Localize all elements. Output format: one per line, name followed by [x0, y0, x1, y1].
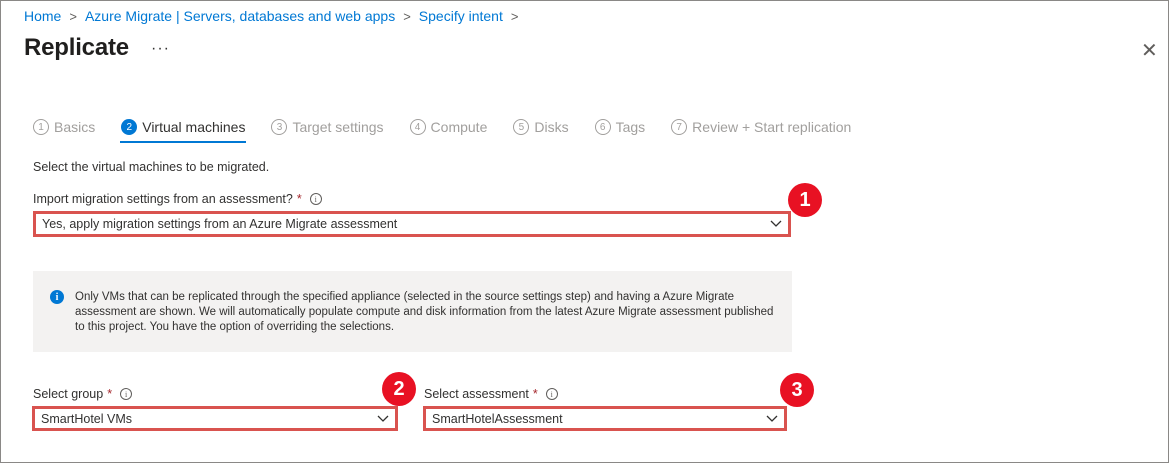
info-icon: i [50, 290, 64, 304]
required-marker: * [532, 387, 538, 401]
callout-badge-2: 2 [382, 372, 416, 406]
page-title: Replicate [24, 34, 129, 61]
select-assessment-label: Select assessment * i [424, 387, 558, 401]
step-number: 4 [409, 119, 426, 135]
info-icon[interactable]: i [309, 193, 322, 205]
callout-badge-1: 1 [788, 183, 822, 217]
chevron-down-icon [766, 415, 778, 422]
step-label: Basics [54, 119, 96, 135]
breadcrumb-separator: > [69, 8, 77, 24]
breadcrumb-separator: > [510, 8, 519, 24]
select-group-label: Select group * i [33, 387, 133, 401]
tab-tags[interactable]: 6 Tags [594, 119, 646, 135]
tab-virtual-machines[interactable]: 2 Virtual machines [120, 119, 247, 143]
step-number: 3 [271, 119, 288, 135]
select-group-dropdown[interactable]: SmartHotel VMs [32, 406, 398, 431]
step-label: Virtual machines [142, 119, 246, 135]
step-number: 5 [513, 119, 530, 135]
tab-disks[interactable]: 5 Disks [513, 119, 569, 135]
tab-target-settings[interactable]: 3 Target settings [271, 119, 384, 135]
step-label: Target settings [292, 119, 384, 135]
breadcrumb: Home > Azure Migrate | Servers, database… [24, 8, 526, 24]
step-number: 1 [33, 119, 49, 135]
info-message-box: i Only VMs that can be replicated throug… [33, 271, 792, 352]
dropdown-value: SmartHotelAssessment [432, 411, 563, 426]
info-icon[interactable]: i [120, 388, 133, 400]
step-label: Tags [615, 119, 646, 135]
tab-basics[interactable]: 1 Basics [33, 119, 95, 135]
dropdown-value: SmartHotel VMs [41, 411, 132, 426]
breadcrumb-specify-intent[interactable]: Specify intent [419, 8, 503, 24]
close-icon[interactable]: ✕ [1141, 38, 1158, 63]
info-message-text: Only VMs that can be replicated through … [75, 291, 774, 333]
import-settings-dropdown[interactable]: Yes, apply migration settings from an Az… [33, 211, 791, 237]
step-number: 7 [671, 119, 688, 135]
field-label-text: Import migration settings from an assess… [33, 192, 293, 206]
field-label-text: Select group [33, 387, 104, 401]
step-label: Compute [430, 119, 488, 135]
required-marker: * [107, 387, 113, 401]
tab-compute[interactable]: 4 Compute [409, 119, 488, 135]
required-marker: * [296, 192, 302, 206]
import-settings-label: Import migration settings from an assess… [33, 192, 322, 206]
breadcrumb-separator: > [403, 8, 411, 24]
tab-review-start-replication[interactable]: 7 Review + Start replication [671, 119, 851, 135]
info-icon[interactable]: i [545, 388, 558, 400]
breadcrumb-home[interactable]: Home [24, 8, 61, 24]
step-label: Review + Start replication [692, 119, 852, 135]
step-number: 2 [121, 119, 138, 135]
chevron-down-icon [377, 415, 389, 422]
section-description: Select the virtual machines to be migrat… [33, 160, 270, 174]
callout-badge-3: 3 [780, 373, 814, 407]
chevron-down-icon [770, 220, 782, 227]
more-options-button[interactable]: ··· [151, 40, 170, 58]
step-number: 6 [594, 119, 611, 135]
select-assessment-dropdown[interactable]: SmartHotelAssessment [423, 406, 787, 431]
breadcrumb-azure-migrate[interactable]: Azure Migrate | Servers, databases and w… [85, 8, 395, 24]
step-label: Disks [534, 119, 569, 135]
wizard-steps: 1 Basics 2 Virtual machines 3 Target set… [33, 119, 877, 143]
dropdown-value: Yes, apply migration settings from an Az… [42, 217, 398, 231]
field-label-text: Select assessment [424, 387, 529, 401]
